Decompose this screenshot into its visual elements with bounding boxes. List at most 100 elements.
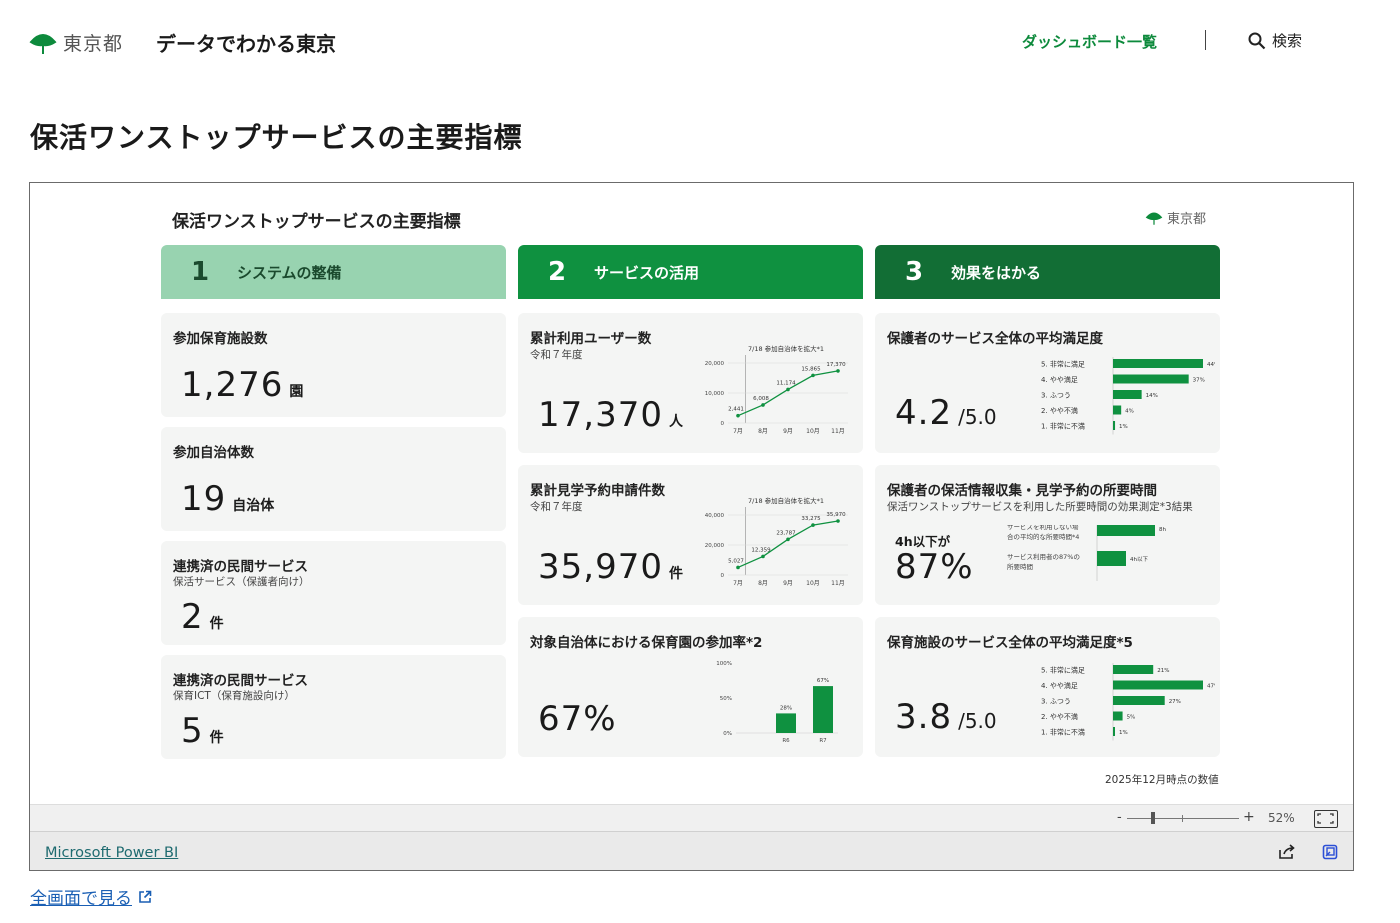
- report-canvas: 保活ワンストップサービスの主要指標 東京都 1 システムの整備 2 サービスの活…: [30, 183, 1353, 804]
- kpi-number: 2: [181, 597, 204, 637]
- kpi-number: 17,370: [538, 395, 663, 435]
- kpi-number: 35,970: [538, 547, 663, 587]
- column-label: サービスの活用: [594, 263, 700, 282]
- card-subtitle: 保活サービス（保護者向け）: [173, 576, 310, 588]
- site-title[interactable]: データでわかる東京: [156, 28, 336, 57]
- card-subtitle: 保活ワンストップサービスを利用した所要時間の効果測定*3結果: [887, 501, 1193, 513]
- users-line-chart: 7/18 参加自治体を拡大*1 20,000 10,000 0 7月 8月 9月 10月 11月…: [705, 344, 848, 435]
- page-title: 保活ワンストップサービスの主要指標: [30, 121, 523, 154]
- data-label: 11,174: [776, 380, 796, 386]
- bar: [1113, 374, 1189, 384]
- bar: [1113, 405, 1122, 415]
- kpi-number: 5: [181, 711, 204, 751]
- fit-to-page-icon[interactable]: [1314, 810, 1338, 828]
- data-label: 6,008: [753, 396, 769, 402]
- kpi-value: 4.2/5.0: [895, 393, 997, 433]
- card-municipalities[interactable]: 参加自治体数 19 自治体: [161, 427, 506, 531]
- row-label: サービス利用者の87%の: [1007, 552, 1080, 561]
- row-label: 2. やや不満: [1041, 713, 1078, 721]
- zoom-slider-tick: [1182, 815, 1183, 822]
- kpi-number: 3.8: [895, 697, 953, 737]
- kpi-unit: 件: [209, 730, 224, 746]
- bar: [1113, 665, 1154, 674]
- external-link-icon: [139, 890, 152, 903]
- nav-divider: [1205, 30, 1206, 50]
- row-label: 1. 非常に不満: [1041, 728, 1085, 737]
- card-title: 参加保育施設数: [173, 331, 268, 347]
- kpi-value: 1,276 園: [181, 365, 303, 405]
- data-point: [736, 413, 740, 418]
- powerbi-footer: Microsoft Power BI: [30, 831, 1353, 870]
- kpi-unit: 園: [289, 384, 304, 400]
- data-label: 28%: [780, 705, 792, 711]
- data-label: 37%: [1193, 378, 1205, 384]
- card-visits[interactable]: 累計見学予約申請件数 令和７年度 35,970 件 7/18 参加自治体を拡大*1…: [518, 465, 863, 605]
- column-header-effect: 3 効果をはかる: [875, 245, 1220, 299]
- visits-line-chart: 7/18 参加自治体を拡大*1 40,000 20,000 0 7月 8月 9月 10月 11月…: [705, 496, 848, 587]
- kpi-value: 35,970 件: [538, 547, 683, 587]
- nav-dashboard-list[interactable]: ダッシュボード一覧: [1022, 31, 1157, 52]
- bar: [813, 686, 833, 733]
- zoom-in-button[interactable]: +: [1243, 809, 1255, 825]
- fullscreen-link[interactable]: 全画面で見る: [30, 884, 152, 909]
- card-services-ict[interactable]: 連携済の民間サービス 保育ICT（保育施設向け） 5件: [161, 655, 506, 759]
- zoom-percentage: 52%: [1268, 811, 1295, 825]
- nav-search-button[interactable]: 検索: [1248, 30, 1302, 51]
- kpi-value: 19 自治体: [181, 479, 274, 519]
- open-in-new-icon[interactable]: [1322, 844, 1338, 860]
- row-label: 4. やや満足: [1041, 376, 1078, 384]
- card-satisfaction-facilities[interactable]: 保育施設のサービス全体の平均満足度*5 3.8/5.0 5. 非常に満足 21% 4…: [875, 617, 1220, 757]
- data-point: [761, 554, 765, 559]
- kpi-value: 5件: [181, 711, 224, 751]
- data-label: 12,359: [751, 547, 771, 553]
- x-tick-label: 11月: [831, 580, 845, 587]
- kpi-unit: 自治体: [232, 498, 275, 514]
- data-label: 4h以下: [1130, 556, 1148, 563]
- kpi-number: 4.2: [895, 393, 953, 433]
- data-label: 4%: [1125, 409, 1134, 415]
- card-users[interactable]: 累計利用ユーザー数 令和７年度 17,370 人 7/18 参加自治体を拡大*1 2…: [518, 313, 863, 453]
- data-point: [761, 403, 765, 407]
- share-icon[interactable]: [1278, 844, 1296, 860]
- ginkgo-leaf-icon: [29, 33, 57, 54]
- card-title: 連携済の民間サービス: [173, 673, 308, 689]
- column-number: 3: [905, 257, 924, 287]
- card-time[interactable]: 保護者の保活情報収集・見学予約の所要時間 保活ワンストップサービスを利用した所要…: [875, 465, 1220, 605]
- card-participation[interactable]: 対象自治体における保育園の参加率*2 67% 100% 50% 0% 28% R6 67%…: [518, 617, 863, 757]
- kpi-number: 1,276: [181, 365, 284, 405]
- column-number: 1: [191, 257, 210, 287]
- card-subtitle: 保育ICT（保育施設向け）: [173, 690, 295, 702]
- x-tick-label: 10月: [806, 580, 820, 587]
- kpi-number: 19: [181, 479, 227, 519]
- card-title: 累計利用ユーザー数: [530, 331, 652, 347]
- zoom-slider-thumb[interactable]: [1151, 812, 1155, 824]
- bar: [1097, 525, 1155, 536]
- powerbi-link[interactable]: Microsoft Power BI: [45, 845, 178, 861]
- kpi-unit: 件: [209, 616, 224, 632]
- tokyo-logo[interactable]: 東京都: [29, 29, 123, 56]
- data-point: [811, 373, 815, 378]
- site-header: 東京都 データでわかる東京 ダッシュボード一覧 検索: [0, 0, 1400, 80]
- bar: [1113, 680, 1203, 690]
- zoom-slider-track[interactable]: [1127, 818, 1239, 819]
- card-services-parents[interactable]: 連携済の民間サービス 保活サービス（保護者向け） 2件: [161, 541, 506, 645]
- card-title: 保護者の保活情報収集・見学予約の所要時間: [887, 483, 1157, 499]
- card-facilities[interactable]: 参加保育施設数 1,276 園: [161, 313, 506, 417]
- kpi-value: 3.8/5.0: [895, 697, 997, 737]
- row-label: サービスを利用しない場: [1007, 525, 1079, 531]
- bar: [1113, 696, 1165, 705]
- zoom-out-button[interactable]: -: [1117, 810, 1122, 825]
- card-satisfaction-parents[interactable]: 保護者のサービス全体の平均満足度 4.2/5.0 5. 非常に満足 44% 4. や…: [875, 313, 1220, 453]
- y-tick-label: 20,000: [705, 543, 725, 549]
- column-label: システムの整備: [237, 263, 342, 282]
- row-label: 所要時間: [1007, 562, 1033, 571]
- bar: [1113, 727, 1115, 736]
- column-header-usage: 2 サービスの活用: [518, 245, 863, 299]
- card-title: 連携済の民間サービス: [173, 559, 308, 575]
- row-label: 3. ふつう: [1041, 698, 1071, 706]
- card-title: 保護者のサービス全体の平均満足度: [887, 331, 1103, 347]
- chart-annotation: 7/18 参加自治体を拡大*1: [748, 344, 824, 353]
- participation-bar-chart: 100% 50% 0% 28% R6 67% R7: [716, 661, 838, 744]
- data-point: [811, 523, 815, 527]
- card-title: 保育施設のサービス全体の平均満足度*5: [887, 635, 1133, 651]
